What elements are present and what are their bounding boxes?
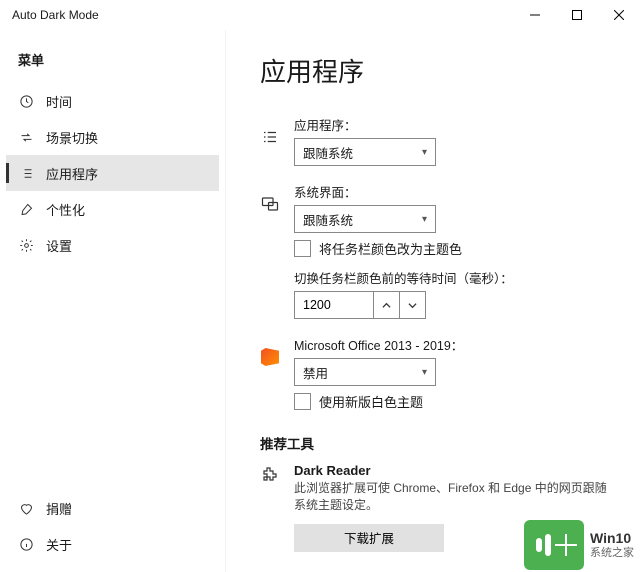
page-title: 应用程序 bbox=[260, 52, 612, 89]
sidebar-item-label: 个性化 bbox=[46, 200, 85, 219]
nav-list: 时间 场景切换 应用程序 个性化 bbox=[6, 83, 219, 263]
office-label: Microsoft Office 2013 - 2019： bbox=[294, 335, 612, 354]
section-office: Microsoft Office 2013 - 2019： 禁用 ▾ 使用新版白… bbox=[260, 335, 612, 411]
office-white-theme-checkbox[interactable] bbox=[294, 393, 311, 410]
apps-select[interactable]: 跟随系统 ▾ bbox=[294, 138, 436, 166]
sidebar-item-time[interactable]: 时间 bbox=[6, 83, 219, 119]
watermark: Win10 系统之家 bbox=[518, 520, 640, 572]
puzzle-icon bbox=[260, 463, 280, 483]
system-ui-select-value: 跟随系统 bbox=[303, 210, 353, 229]
sidebar-item-label: 场景切换 bbox=[46, 128, 98, 147]
list-icon bbox=[18, 165, 34, 181]
sidebar-item-donate[interactable]: 捐赠 bbox=[6, 490, 219, 526]
window-controls bbox=[514, 0, 640, 30]
sidebar-item-scene[interactable]: 场景切换 bbox=[6, 119, 219, 155]
watermark-badge bbox=[524, 520, 584, 570]
delay-label: 切换任务栏颜色前的等待时间（毫秒）： bbox=[294, 268, 612, 287]
dark-reader-title: Dark Reader bbox=[294, 463, 612, 478]
sidebar-item-personalization[interactable]: 个性化 bbox=[6, 191, 219, 227]
system-ui-select[interactable]: 跟随系统 ▾ bbox=[294, 205, 436, 233]
info-icon bbox=[18, 536, 34, 552]
switch-icon bbox=[18, 129, 34, 145]
delay-increment-button[interactable] bbox=[374, 291, 400, 319]
download-extension-button[interactable]: 下载扩展 bbox=[294, 524, 444, 552]
office-select[interactable]: 禁用 ▾ bbox=[294, 358, 436, 386]
section-apps: 应用程序： 跟随系统 ▾ bbox=[260, 115, 612, 166]
window-title: Auto Dark Mode bbox=[12, 8, 99, 22]
clock-icon bbox=[18, 93, 34, 109]
office-icon bbox=[260, 335, 280, 357]
gear-icon bbox=[18, 237, 34, 253]
sidebar-item-about[interactable]: 关于 bbox=[6, 526, 219, 562]
brush-icon bbox=[18, 201, 34, 217]
sidebar-item-apps[interactable]: 应用程序 bbox=[6, 155, 219, 191]
apps-select-value: 跟随系统 bbox=[303, 143, 353, 162]
sidebar-item-settings[interactable]: 设置 bbox=[6, 227, 219, 263]
tools-heading: 推荐工具 bbox=[260, 433, 612, 453]
sidebar-item-label: 关于 bbox=[46, 535, 72, 554]
office-select-value: 禁用 bbox=[303, 363, 328, 382]
watermark-line-2: 系统之家 bbox=[590, 547, 634, 560]
minimize-button[interactable] bbox=[514, 0, 556, 30]
desktop-icon bbox=[260, 182, 280, 204]
heart-icon bbox=[18, 500, 34, 516]
taskbar-color-checkbox[interactable] bbox=[294, 240, 311, 257]
office-white-theme-label: 使用新版白色主题 bbox=[319, 392, 423, 411]
taskbar-color-checkbox-label: 将任务栏颜色改为主题色 bbox=[319, 239, 462, 258]
section-system-ui: 系统界面： 跟随系统 ▾ 将任务栏颜色改为主题色 切换任务栏颜色前的等待时间（毫… bbox=[260, 182, 612, 319]
sidebar-item-label: 设置 bbox=[46, 236, 72, 255]
watermark-line-1: Win10 bbox=[590, 530, 634, 547]
apps-label: 应用程序： bbox=[294, 115, 612, 134]
chevron-down-icon: ▾ bbox=[422, 367, 427, 378]
sidebar: 菜单 时间 场景切换 应用程序 bbox=[0, 30, 225, 572]
sidebar-item-label: 捐赠 bbox=[46, 499, 72, 518]
delay-input[interactable] bbox=[294, 291, 374, 319]
apps-icon bbox=[260, 115, 280, 137]
dark-reader-desc: 此浏览器扩展可使 Chrome、Firefox 和 Edge 中的网页跟随系统主… bbox=[294, 480, 612, 514]
sidebar-item-label: 应用程序 bbox=[46, 164, 98, 183]
delay-spinner bbox=[294, 291, 612, 319]
sidebar-item-label: 时间 bbox=[46, 92, 72, 111]
delay-decrement-button[interactable] bbox=[400, 291, 426, 319]
nav-bottom: 捐赠 关于 bbox=[6, 490, 219, 562]
chevron-down-icon: ▾ bbox=[422, 214, 427, 225]
sidebar-heading: 菜单 bbox=[6, 50, 219, 83]
system-ui-label: 系统界面： bbox=[294, 182, 612, 201]
close-button[interactable] bbox=[598, 0, 640, 30]
chevron-down-icon: ▾ bbox=[422, 147, 427, 158]
title-bar: Auto Dark Mode bbox=[0, 0, 640, 30]
main-panel: 应用程序 应用程序： 跟随系统 ▾ 系统界面： 跟随系统 bbox=[225, 30, 640, 572]
maximize-button[interactable] bbox=[556, 0, 598, 30]
